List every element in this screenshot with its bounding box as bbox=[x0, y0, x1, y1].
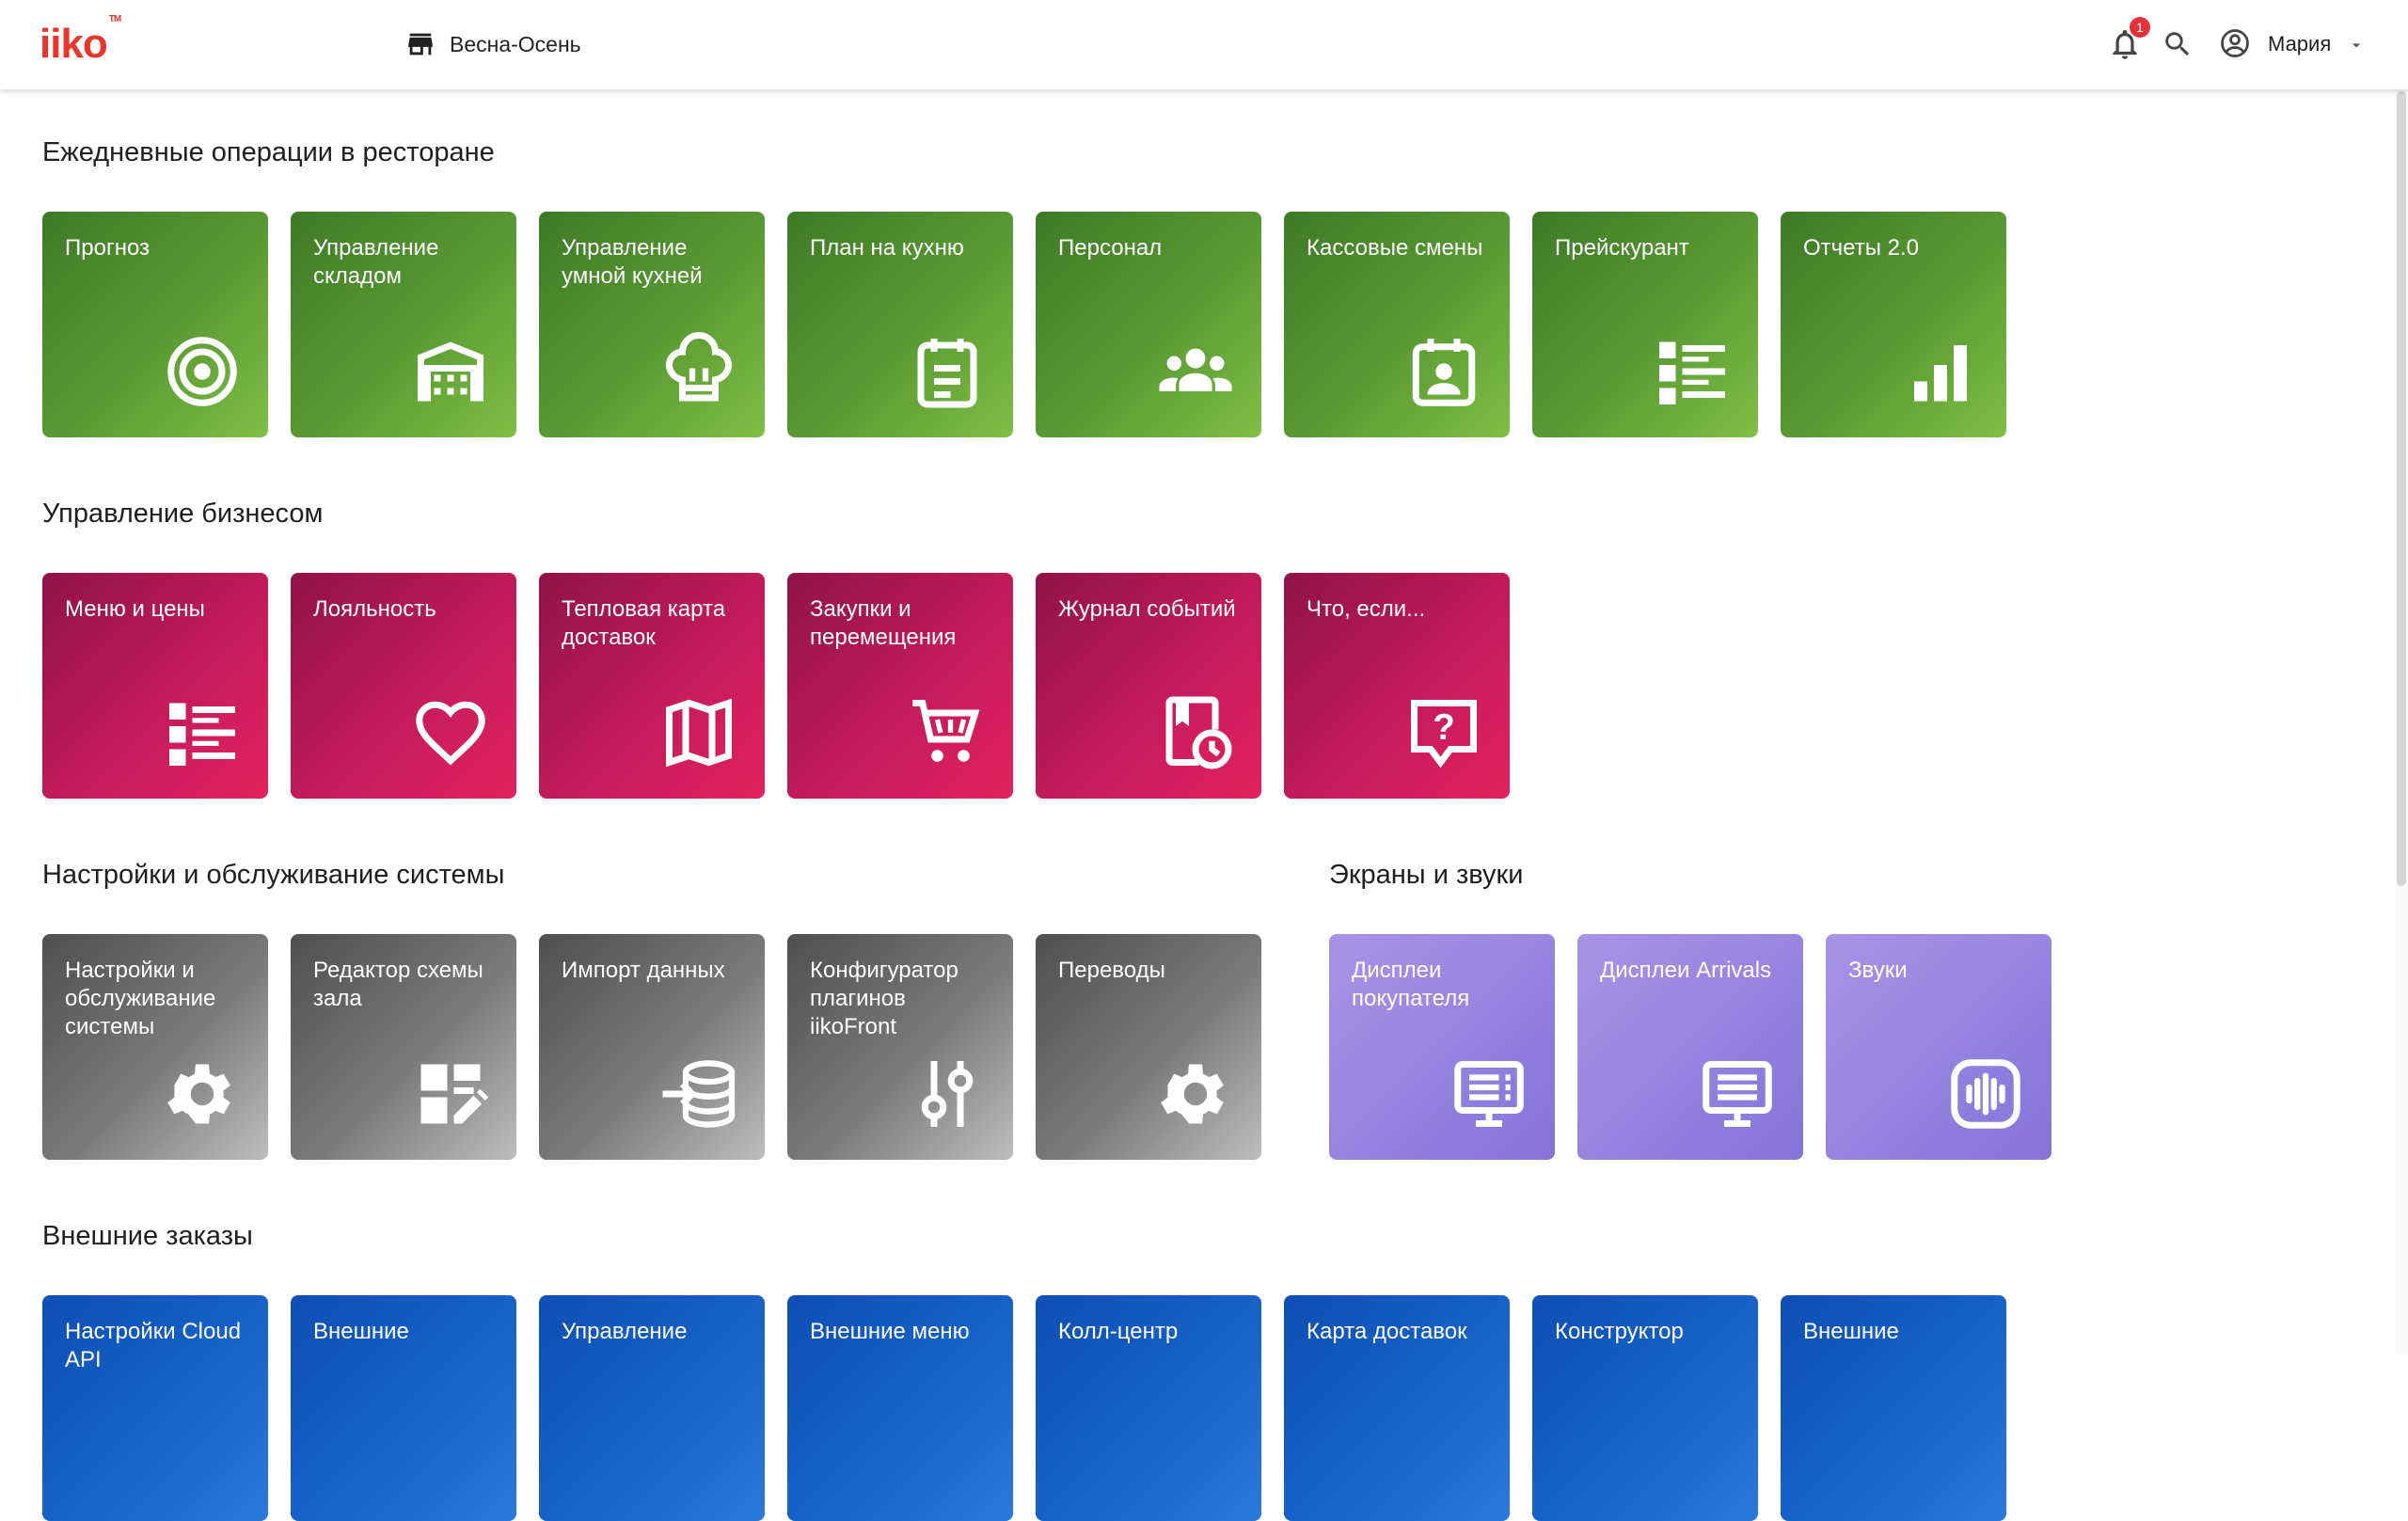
tile-menu-prices[interactable]: Меню и цены bbox=[42, 573, 268, 799]
scrollbar-thumb[interactable] bbox=[2397, 91, 2406, 886]
tile-call-center[interactable]: Колл-центр bbox=[1036, 1295, 1261, 1521]
list-icon bbox=[1659, 341, 1725, 404]
tile-data-import[interactable]: Импорт данных bbox=[539, 934, 765, 1160]
user-name[interactable]: Мария bbox=[2268, 32, 2331, 56]
tile-external-1[interactable]: Внешние bbox=[291, 1295, 516, 1521]
tile-smart-kitchen[interactable]: Управление умной кухней bbox=[539, 212, 765, 437]
clipboard-icon bbox=[917, 339, 977, 408]
section-title-business: Управление бизнесом bbox=[42, 499, 324, 529]
map-icon bbox=[666, 698, 732, 768]
tile-system-settings[interactable]: Настройки и обслуживание системы bbox=[42, 934, 268, 1160]
cart-icon bbox=[912, 700, 980, 762]
tile-constructor[interactable]: Конструктор bbox=[1532, 1295, 1758, 1521]
database-import-icon bbox=[662, 1060, 736, 1128]
chef-hat-icon bbox=[665, 332, 733, 402]
sliders-icon bbox=[921, 1061, 974, 1127]
tile-sounds[interactable]: Звуки bbox=[1826, 934, 2052, 1160]
monitor-icon bbox=[1454, 1061, 1524, 1127]
sound-wave-icon bbox=[1951, 1059, 2020, 1129]
user-avatar-icon[interactable] bbox=[2218, 26, 2252, 60]
calendar-person-icon bbox=[1412, 339, 1476, 406]
tile-external-management[interactable]: Управление bbox=[539, 1295, 765, 1521]
tile-warehouse[interactable]: Управление складом bbox=[291, 212, 516, 437]
tile-what-if[interactable]: Что, если... ? bbox=[1284, 573, 1510, 799]
warehouse-icon bbox=[418, 341, 483, 402]
chevron-down-icon[interactable] bbox=[2347, 36, 2366, 55]
section-title-external: Внешние заказы bbox=[42, 1221, 253, 1251]
tile-loyalty[interactable]: Лояльность bbox=[291, 573, 516, 799]
tile-translations[interactable]: Переводы bbox=[1036, 934, 1261, 1160]
section-title-daily: Ежедневные операции в ресторане bbox=[42, 137, 495, 167]
gear-icon bbox=[1161, 1064, 1224, 1124]
svg-text:?: ? bbox=[1433, 707, 1455, 748]
question-bubble-icon: ? bbox=[1411, 700, 1477, 768]
iiko-logo[interactable]: iikoTM bbox=[40, 14, 121, 68]
tile-cloud-api[interactable]: Настройки Cloud API bbox=[42, 1295, 268, 1521]
tile-reports[interactable]: Отчеты 2.0 bbox=[1781, 212, 2006, 437]
store-selector[interactable]: Весна-Осень bbox=[404, 28, 581, 60]
section-title-screens: Экраны и звуки bbox=[1329, 860, 1524, 890]
bar-chart-icon bbox=[1914, 345, 1967, 402]
heart-icon bbox=[416, 701, 485, 766]
tile-hall-editor[interactable]: Редактор схемы зала bbox=[291, 934, 516, 1160]
tile-external-menu[interactable]: Внешние меню bbox=[787, 1295, 1013, 1521]
list-icon bbox=[169, 703, 235, 766]
tile-plugin-configurator[interactable]: Конфигуратор плагинов iikoFront bbox=[787, 934, 1013, 1160]
tile-arrivals-displays[interactable]: Дисплеи Arrivals bbox=[1577, 934, 1803, 1160]
tile-price-list[interactable]: Прейскурант bbox=[1532, 212, 1758, 437]
people-icon bbox=[1159, 348, 1232, 391]
store-icon bbox=[408, 33, 433, 55]
tile-customer-displays[interactable]: Дисплеи покупателя bbox=[1329, 934, 1555, 1160]
search-icon[interactable] bbox=[2162, 28, 2194, 60]
tile-kitchen-plan[interactable]: План на кухню bbox=[787, 212, 1013, 437]
layout-edit-icon bbox=[420, 1064, 489, 1124]
tile-forecast[interactable]: Прогноз bbox=[42, 212, 268, 437]
tile-delivery-map[interactable]: Карта доставок bbox=[1284, 1295, 1510, 1521]
tile-event-log[interactable]: Журнал событий bbox=[1036, 573, 1261, 799]
store-name: Весна-Осень bbox=[450, 31, 581, 56]
target-icon bbox=[167, 337, 237, 406]
notification-badge: 1 bbox=[2130, 17, 2150, 38]
tile-staff[interactable]: Персонал bbox=[1036, 212, 1261, 437]
top-bar: iikoTM Весна-Осень 1 Мария bbox=[0, 0, 2408, 89]
journal-clock-icon bbox=[1165, 696, 1232, 769]
tile-delivery-heatmap[interactable]: Тепловая карта доставок bbox=[539, 573, 765, 799]
monitor-icon bbox=[1703, 1061, 1772, 1127]
tile-cash-shifts[interactable]: Кассовые смены bbox=[1284, 212, 1510, 437]
section-title-settings: Настройки и обслуживание системы bbox=[42, 860, 505, 890]
tile-external-2[interactable]: Внешние bbox=[1781, 1295, 2006, 1521]
tile-purchases[interactable]: Закупки и перемещения bbox=[787, 573, 1013, 799]
gear-icon bbox=[167, 1064, 230, 1124]
